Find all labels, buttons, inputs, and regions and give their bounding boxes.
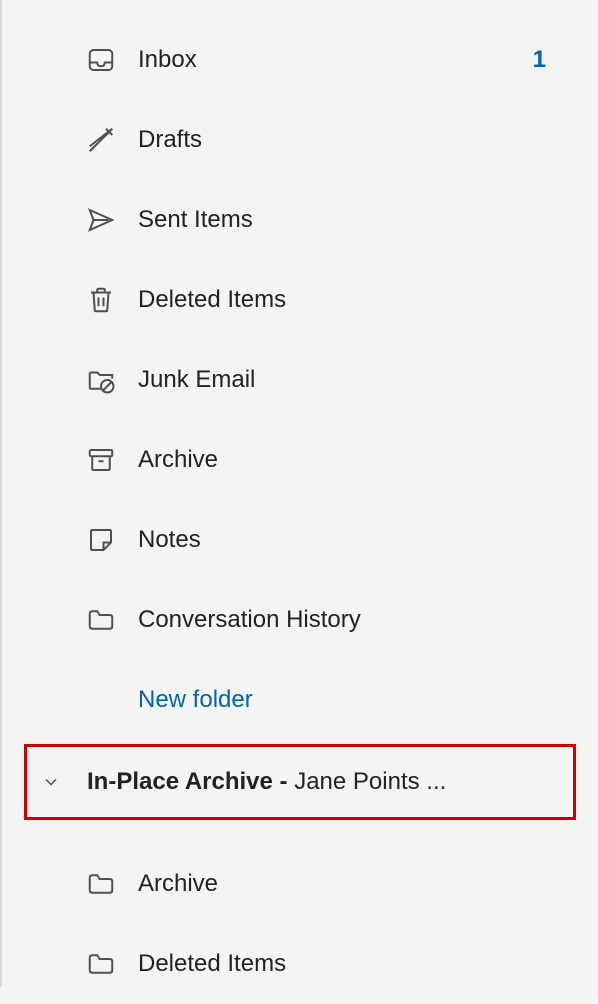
- folder-item-junk[interactable]: Junk Email: [2, 340, 598, 420]
- folder-label: Deleted Items: [138, 950, 286, 978]
- notes-icon: [86, 525, 116, 555]
- folder-icon: [86, 869, 116, 899]
- new-folder-link[interactable]: New folder: [2, 660, 598, 740]
- folder-item-deleted[interactable]: Deleted Items: [2, 260, 598, 340]
- folder-item-drafts[interactable]: Drafts: [2, 100, 598, 180]
- section-title-bold: In-Place Archive -: [87, 768, 288, 795]
- section-title: In-Place Archive - Jane Points ...: [87, 768, 446, 796]
- folder-label: Archive: [138, 870, 218, 898]
- folder-item-inbox[interactable]: Inbox 1: [2, 20, 598, 100]
- chevron-down-icon: [41, 772, 61, 792]
- folder-label: Archive: [138, 446, 218, 474]
- folder-label: Deleted Items: [138, 286, 286, 314]
- folder-label: Sent Items: [138, 206, 253, 234]
- section-title-normal: Jane Points ...: [288, 768, 447, 795]
- trash-icon: [86, 285, 116, 315]
- archive-icon: [86, 445, 116, 475]
- new-folder-label: New folder: [138, 686, 253, 714]
- folder-label: Conversation History: [138, 606, 361, 634]
- folder-icon: [86, 949, 116, 979]
- folder-count: 1: [533, 46, 546, 74]
- sent-icon: [86, 205, 116, 235]
- highlight-annotation: In-Place Archive - Jane Points ...: [24, 744, 576, 820]
- folder-label: Junk Email: [138, 366, 255, 394]
- folder-list: Inbox 1 Drafts Sent Items Deleted Items: [2, 0, 598, 1004]
- section-header-archive[interactable]: In-Place Archive - Jane Points ...: [27, 751, 573, 813]
- folder-label: Drafts: [138, 126, 202, 154]
- folder-item-deleted-sub[interactable]: Deleted Items: [2, 924, 598, 1004]
- archive-section-folders: Archive Deleted Items: [2, 844, 598, 1004]
- junk-icon: [86, 365, 116, 395]
- inbox-icon: [86, 45, 116, 75]
- folder-item-archive-sub[interactable]: Archive: [2, 844, 598, 924]
- folder-item-archive[interactable]: Archive: [2, 420, 598, 500]
- folder-label: Inbox: [138, 46, 197, 74]
- folder-label: Notes: [138, 526, 201, 554]
- folder-icon: [86, 605, 116, 635]
- folder-item-conversation-history[interactable]: Conversation History: [2, 580, 598, 660]
- folder-item-sent[interactable]: Sent Items: [2, 180, 598, 260]
- drafts-icon: [86, 125, 116, 155]
- folder-item-notes[interactable]: Notes: [2, 500, 598, 580]
